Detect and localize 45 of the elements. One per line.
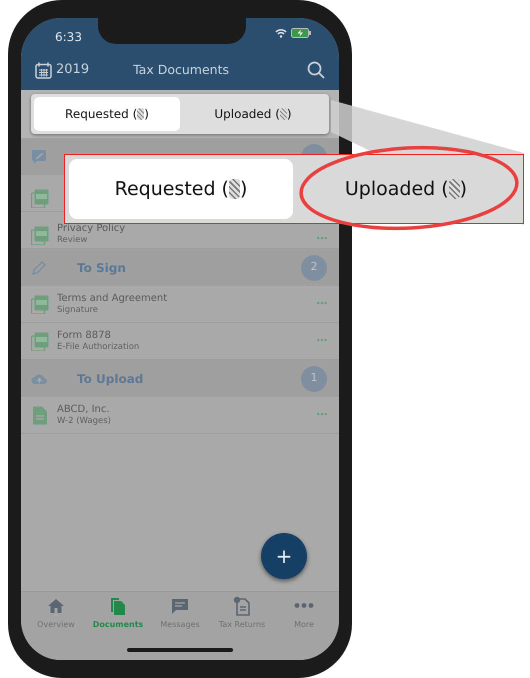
more-button[interactable]: ••• [316, 233, 327, 245]
more-button[interactable]: ••• [316, 409, 327, 421]
document-title: Privacy Policy [57, 222, 126, 235]
redacted-count-icon [228, 179, 240, 199]
year-label[interactable]: 2019 [56, 60, 90, 80]
pdf-file-icon [31, 294, 49, 314]
search-icon[interactable] [307, 61, 325, 79]
document-title: ABCD, Inc. [57, 404, 111, 416]
more-button[interactable]: ••• [316, 298, 327, 310]
count-badge: 2 [301, 254, 327, 280]
wifi-icon [275, 28, 287, 38]
document-subtitle: Signature [57, 304, 100, 316]
document-title: Terms and Agreement [57, 292, 168, 305]
signature-request-icon [31, 148, 47, 164]
section-title: To Sign [77, 260, 126, 276]
battery-icon [291, 28, 311, 38]
home-icon [46, 596, 66, 616]
add-button[interactable]: + [261, 533, 307, 579]
section-title: To Upload [77, 370, 144, 388]
pdf-file-icon [31, 189, 49, 208]
pdf-file-icon [31, 332, 49, 350]
pencil-icon [31, 260, 47, 276]
segment-tab[interactable]: Uploaded ( ) [293, 159, 519, 219]
message-icon [170, 596, 190, 616]
redacted-count-icon [448, 179, 460, 199]
tax-return-icon [232, 596, 252, 616]
segment-tab[interactable]: Uploaded ( ) [180, 97, 326, 131]
document-subtitle: Review [57, 234, 88, 245]
redacted-count-icon [280, 108, 287, 120]
clock-time: 6:33 [55, 29, 82, 46]
segment-tab[interactable]: Requested ( ) [34, 97, 180, 131]
count-badge: 1 [301, 366, 327, 392]
document-title: Form 8878 [57, 330, 112, 342]
document-subtitle: E-File Authorization [57, 342, 140, 352]
pdf-file-icon [31, 226, 49, 245]
screen-title: Tax Documents [133, 60, 230, 79]
tab-bar-item[interactable]: Documents [87, 596, 149, 640]
more-icon [294, 603, 314, 608]
redacted-count-icon [137, 108, 144, 120]
more-button[interactable]: ••• [316, 335, 327, 347]
documents-icon [108, 596, 128, 616]
document-subtitle: W-2 (Wages) [57, 416, 111, 426]
calendar-icon [35, 62, 52, 78]
document-icon [31, 406, 49, 424]
segment-tab[interactable]: Requested ( ) [69, 159, 293, 219]
